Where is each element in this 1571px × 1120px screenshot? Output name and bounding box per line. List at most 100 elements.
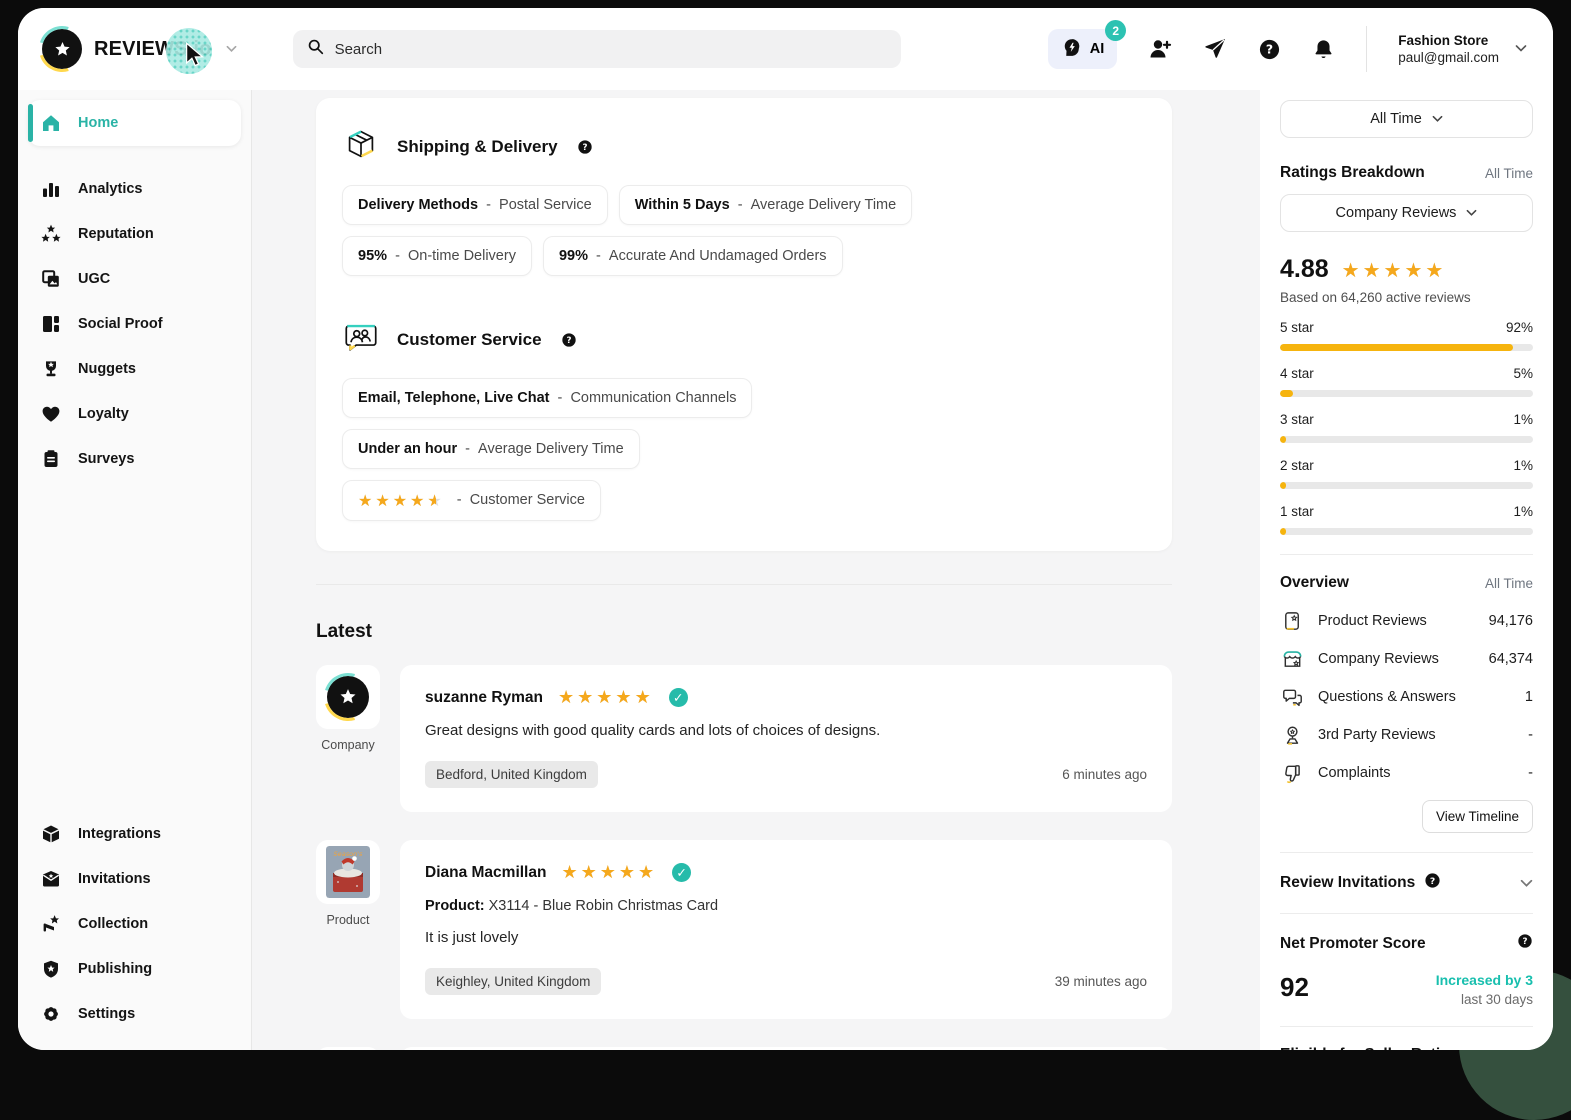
questions-answers-icon xyxy=(1280,686,1304,709)
analytics-icon xyxy=(41,179,61,199)
search-input[interactable] xyxy=(335,41,887,58)
chevron-down-icon xyxy=(1515,40,1527,58)
help-icon[interactable]: ? xyxy=(577,139,593,155)
loyalty-icon xyxy=(41,404,61,424)
sidebar-item-surveys[interactable]: Surveys xyxy=(28,436,241,481)
chevron-down-icon xyxy=(1432,115,1443,123)
review-stars: ★★★★★★★★★★ xyxy=(558,689,654,707)
review-product-line: Product: X3114 - Blue Robin Christmas Ca… xyxy=(425,898,1147,914)
overview-row-label: Company Reviews xyxy=(1318,651,1439,667)
search-icon xyxy=(307,38,324,60)
account-name: Fashion Store xyxy=(1398,33,1499,48)
sidebar-item-publishing[interactable]: Publishing xyxy=(28,946,241,991)
seller-ratings-title: Eligible for Seller Ratings xyxy=(1280,1046,1468,1050)
nps-score: 92 xyxy=(1280,972,1309,1003)
right-panel: All Time Ratings Breakdown All Time Comp… xyxy=(1260,90,1553,1050)
sidebar-item-ugc[interactable]: UGC xyxy=(28,256,241,301)
chevron-down-icon[interactable] xyxy=(226,40,237,58)
reputation-icon xyxy=(41,224,61,244)
search-bar xyxy=(293,30,901,68)
rating-bar-track xyxy=(1280,482,1533,489)
ugc-icon xyxy=(41,269,61,289)
rating-bar-fill xyxy=(1280,436,1286,443)
review-location-tag: Bedford, United Kingdom xyxy=(425,761,598,788)
help-button[interactable]: ? xyxy=(1258,38,1281,61)
overview-row: Product Reviews 94,176 xyxy=(1280,602,1533,640)
sidebar-item-integrations[interactable]: Integrations xyxy=(28,811,241,856)
help-icon: ? xyxy=(1424,872,1441,894)
review-card[interactable]: suzanne Ryman ★★★★★★★★★★ ✓ Great designs… xyxy=(400,665,1172,812)
star-level-label: 3 star xyxy=(1280,412,1314,427)
sidebar-spacer xyxy=(28,481,241,811)
review-card[interactable]: Helen Priestley ★★★★★★★★★★ ✓ xyxy=(400,1047,1172,1050)
rating-bar-track xyxy=(1280,436,1533,443)
overview-period: All Time xyxy=(1485,576,1533,591)
notifications-bell-button[interactable] xyxy=(1312,38,1335,61)
seller-ratings-section[interactable]: Eligible for Seller Ratings xyxy=(1280,1046,1533,1050)
publishing-icon xyxy=(41,959,61,979)
chip-value: - Average Delivery Time xyxy=(730,197,897,213)
review-type-dropdown[interactable]: Company Reviews xyxy=(1280,194,1533,232)
invite-user-button[interactable] xyxy=(1148,37,1172,61)
overview-row: Company Reviews 64,374 xyxy=(1280,640,1533,678)
sidebar-item-social-proof[interactable]: Social Proof xyxy=(28,301,241,346)
chip-value: - Communication Channels xyxy=(550,390,737,406)
time-filter-value: All Time xyxy=(1370,111,1422,127)
view-timeline-button[interactable]: View Timeline xyxy=(1422,800,1533,833)
sidebar-item-analytics[interactable]: Analytics xyxy=(28,166,241,211)
rating-bar-row: 5 star 92% xyxy=(1280,320,1533,351)
third-party-reviews-icon xyxy=(1280,724,1304,747)
sidebar-item-home[interactable]: Home xyxy=(28,100,241,146)
review-item: Company suzanne Ryman ★★★★★★★★★★ ✓ Great… xyxy=(316,665,1172,812)
verified-badge-icon: ✓ xyxy=(669,688,688,707)
review-source-type: Company xyxy=(321,738,375,752)
overview-row: 3rd Party Reviews - xyxy=(1280,716,1533,754)
main-content: Shipping & Delivery ? Delivery Methods -… xyxy=(252,90,1260,1050)
company-logo-icon xyxy=(327,676,369,718)
overview-title: Overview xyxy=(1280,574,1349,592)
shipping-chip: Within 5 Days - Average Delivery Time xyxy=(619,185,913,225)
help-icon[interactable]: ? xyxy=(1517,933,1533,954)
nps-period: last 30 days xyxy=(1436,992,1533,1007)
ratings-breakdown-title: Ratings Breakdown xyxy=(1280,164,1425,182)
time-filter-dropdown[interactable]: All Time xyxy=(1280,100,1533,138)
sidebar-item-loyalty[interactable]: Loyalty xyxy=(28,391,241,436)
left-sidebar: Home Analytics Reputation UGC Social Pro… xyxy=(18,90,252,1050)
overview-row-label: 3rd Party Reviews xyxy=(1318,727,1436,743)
review-source-thumbnail xyxy=(316,665,380,729)
brand[interactable]: REVIEWS.io xyxy=(42,29,237,69)
sidebar-item-reputation[interactable]: Reputation xyxy=(28,211,241,256)
star-level-percent: 5% xyxy=(1513,366,1533,381)
rating-bar-row: 3 star 1% xyxy=(1280,412,1533,443)
collection-icon xyxy=(41,914,61,934)
send-invitations-button[interactable] xyxy=(1203,37,1227,61)
top-navbar: REVIEWS.io AI 2 xyxy=(18,8,1553,90)
svg-text:?: ? xyxy=(582,143,587,153)
chip-label: Email, Telephone, Live Chat xyxy=(358,390,550,406)
account-menu[interactable]: Fashion Store paul@gmail.com xyxy=(1398,33,1527,65)
store-metrics-card: Shipping & Delivery ? Delivery Methods -… xyxy=(316,98,1172,551)
ai-assistant-button[interactable]: AI 2 xyxy=(1048,29,1118,69)
chevron-down-icon xyxy=(1466,209,1477,217)
surveys-icon xyxy=(41,449,61,469)
customer-service-section-header: Customer Service ? xyxy=(342,318,1146,361)
svg-text:?: ? xyxy=(1522,937,1527,947)
review-timestamp: 6 minutes ago xyxy=(1062,767,1147,782)
sidebar-item-settings[interactable]: Settings xyxy=(28,991,241,1036)
app-window: REVIEWS.io AI 2 xyxy=(18,8,1553,1050)
panel-divider xyxy=(1280,913,1533,914)
review-card[interactable]: Diana Macmillan ★★★★★★★★★★ ✓ Product: X3… xyxy=(400,840,1172,1019)
ai-head-icon xyxy=(1061,37,1082,62)
ratings-breakdown-period: All Time xyxy=(1485,166,1533,181)
shipping-chip: 95% - On-time Delivery xyxy=(342,236,532,276)
sidebar-item-invitations[interactable]: Invitations xyxy=(28,856,241,901)
svg-text:?: ? xyxy=(566,336,571,346)
sidebar-item-collection[interactable]: Collection xyxy=(28,901,241,946)
review-item: Season's Product Diana Macmillan ★★★★★★★… xyxy=(316,840,1172,1019)
account-email: paul@gmail.com xyxy=(1398,50,1499,65)
sidebar-item-nuggets[interactable]: Nuggets xyxy=(28,346,241,391)
stars-chip-label: Customer Service xyxy=(470,492,585,508)
review-invitations-section[interactable]: Review Invitations ? xyxy=(1280,872,1533,894)
help-icon[interactable]: ? xyxy=(561,332,577,348)
shipping-section-title: Shipping & Delivery xyxy=(397,137,558,157)
